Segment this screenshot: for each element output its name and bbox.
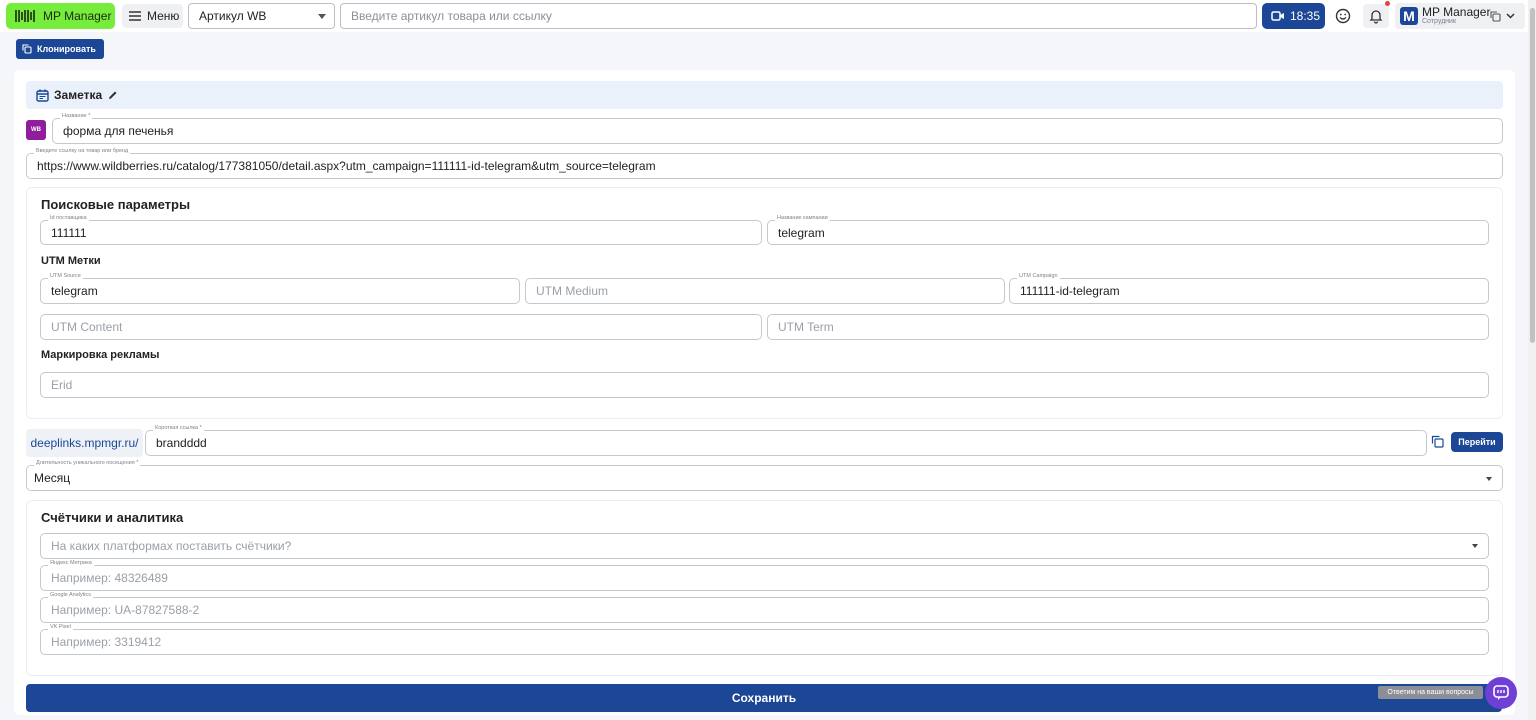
menu-label: Меню [147,9,180,23]
google-analytics-field[interactable] [40,597,1489,623]
yandex-metrika-field[interactable] [40,565,1489,591]
utm-medium-field[interactable] [525,278,1005,304]
vk-pixel-input[interactable] [51,635,1488,649]
product-link-field[interactable] [26,153,1503,179]
chevron-down-icon [1486,477,1492,481]
erid-input[interactable] [51,378,1488,392]
short-link-input[interactable] [156,436,1426,450]
support-chat-button[interactable] [1485,677,1517,709]
duration-select[interactable]: Месяц [26,465,1503,491]
video-icon [1271,11,1284,21]
notifications-button[interactable] [1363,4,1389,28]
save-button[interactable]: Сохранить [26,684,1502,712]
go-button[interactable]: Перейти [1451,432,1503,452]
article-type-select[interactable]: Артикул WB [188,3,335,29]
user-name: MP Manager [1422,5,1491,19]
clone-label: Клонировать [37,44,96,54]
supplier-id-input[interactable] [51,225,761,240]
campaign-name-input[interactable] [778,225,1488,240]
logo-icon [15,10,35,22]
utm-source-field[interactable] [40,278,520,304]
clone-button[interactable]: Клонировать [16,39,104,59]
platforms-input[interactable] [51,539,1488,553]
short-link-label: Короткая ссылка * [153,425,204,431]
help-tooltip: Ответим на ваши вопросы [1378,686,1483,699]
campaign-name-field[interactable] [767,220,1489,245]
bell-icon [1369,10,1383,24]
utm-source-input[interactable] [51,284,519,298]
product-link-input[interactable] [37,159,1502,173]
pencil-icon[interactable] [107,90,118,101]
smile-icon [1335,8,1351,24]
erid-field[interactable] [40,372,1489,398]
utm-campaign-field[interactable] [1009,278,1489,304]
vk-pixel-label: VK Pixel [48,624,73,630]
wb-badge: WB [26,120,46,140]
name-input[interactable] [63,124,1502,138]
name-label: Название * [60,113,93,119]
chevron-down-icon[interactable] [1505,10,1516,21]
user-role: Сотрудник [1422,18,1457,25]
smile-button[interactable] [1330,4,1356,28]
utm-campaign-input[interactable] [1020,284,1488,298]
google-analytics-label: Google Analytics [48,592,93,598]
copy-icon [22,44,32,54]
google-analytics-input[interactable] [51,603,1488,617]
search-params-title: Поисковые параметры [41,197,191,212]
chevron-down-icon [318,14,326,19]
utm-title: UTM Метки [41,255,101,267]
article-type-value: Артикул WB [199,9,267,23]
note-header: Заметка [26,81,1503,109]
platforms-select[interactable] [40,533,1489,559]
utm-term-field[interactable] [767,314,1489,340]
ad-marking-title: Маркировка рекламы [41,349,160,361]
duration-value: Месяц [34,471,71,485]
duration-label: Длительность уникального посещения * [34,460,141,466]
utm-campaign-label: UTM Campaign [1017,273,1060,279]
supplier-id-label: Id поставщика [48,215,89,221]
article-search-input[interactable] [340,3,1257,29]
supplier-id-field[interactable] [40,220,762,245]
utm-medium-input[interactable] [536,284,1004,298]
avatar: M [1400,7,1418,25]
note-title: Заметка [54,88,103,102]
logo-button[interactable]: MP Manager [6,3,115,29]
chevron-down-icon [1472,544,1478,548]
logo-label: MP Manager [43,9,112,23]
campaign-name-label: Название кампании [775,215,830,221]
chat-icon [1493,685,1509,700]
analytics-title: Счётчики и аналитика [41,510,184,525]
copy-icon[interactable] [1490,11,1501,22]
video-time-button[interactable]: 18:35 [1262,3,1325,29]
menu-icon [129,11,141,21]
notification-dot [1385,1,1390,6]
utm-term-input[interactable] [778,320,1488,334]
time-label: 18:35 [1290,9,1321,23]
top-bar: MP Manager Меню Артикул WB 18:35 [0,0,1528,32]
vk-pixel-field[interactable] [40,629,1489,655]
product-link-label: Введите ссылку на товар или бренд [34,148,131,154]
utm-source-label: UTM Source [48,273,83,279]
menu-button[interactable]: Меню [122,4,183,28]
name-field[interactable] [52,118,1503,144]
deeplink-prefix: deeplinks.mpmgr.ru/ [26,429,143,457]
scrollbar-thumb[interactable] [1530,8,1535,343]
utm-content-input[interactable] [51,320,761,334]
calendar-icon [36,89,49,102]
utm-content-field[interactable] [40,314,762,340]
yandex-metrika-label: Яндекс Метрика [48,560,94,566]
yandex-metrika-input[interactable] [51,571,1488,585]
copy-icon[interactable] [1431,435,1444,448]
short-link-field[interactable] [145,430,1427,456]
user-menu[interactable]: M MP Manager Сотрудник [1395,3,1525,29]
